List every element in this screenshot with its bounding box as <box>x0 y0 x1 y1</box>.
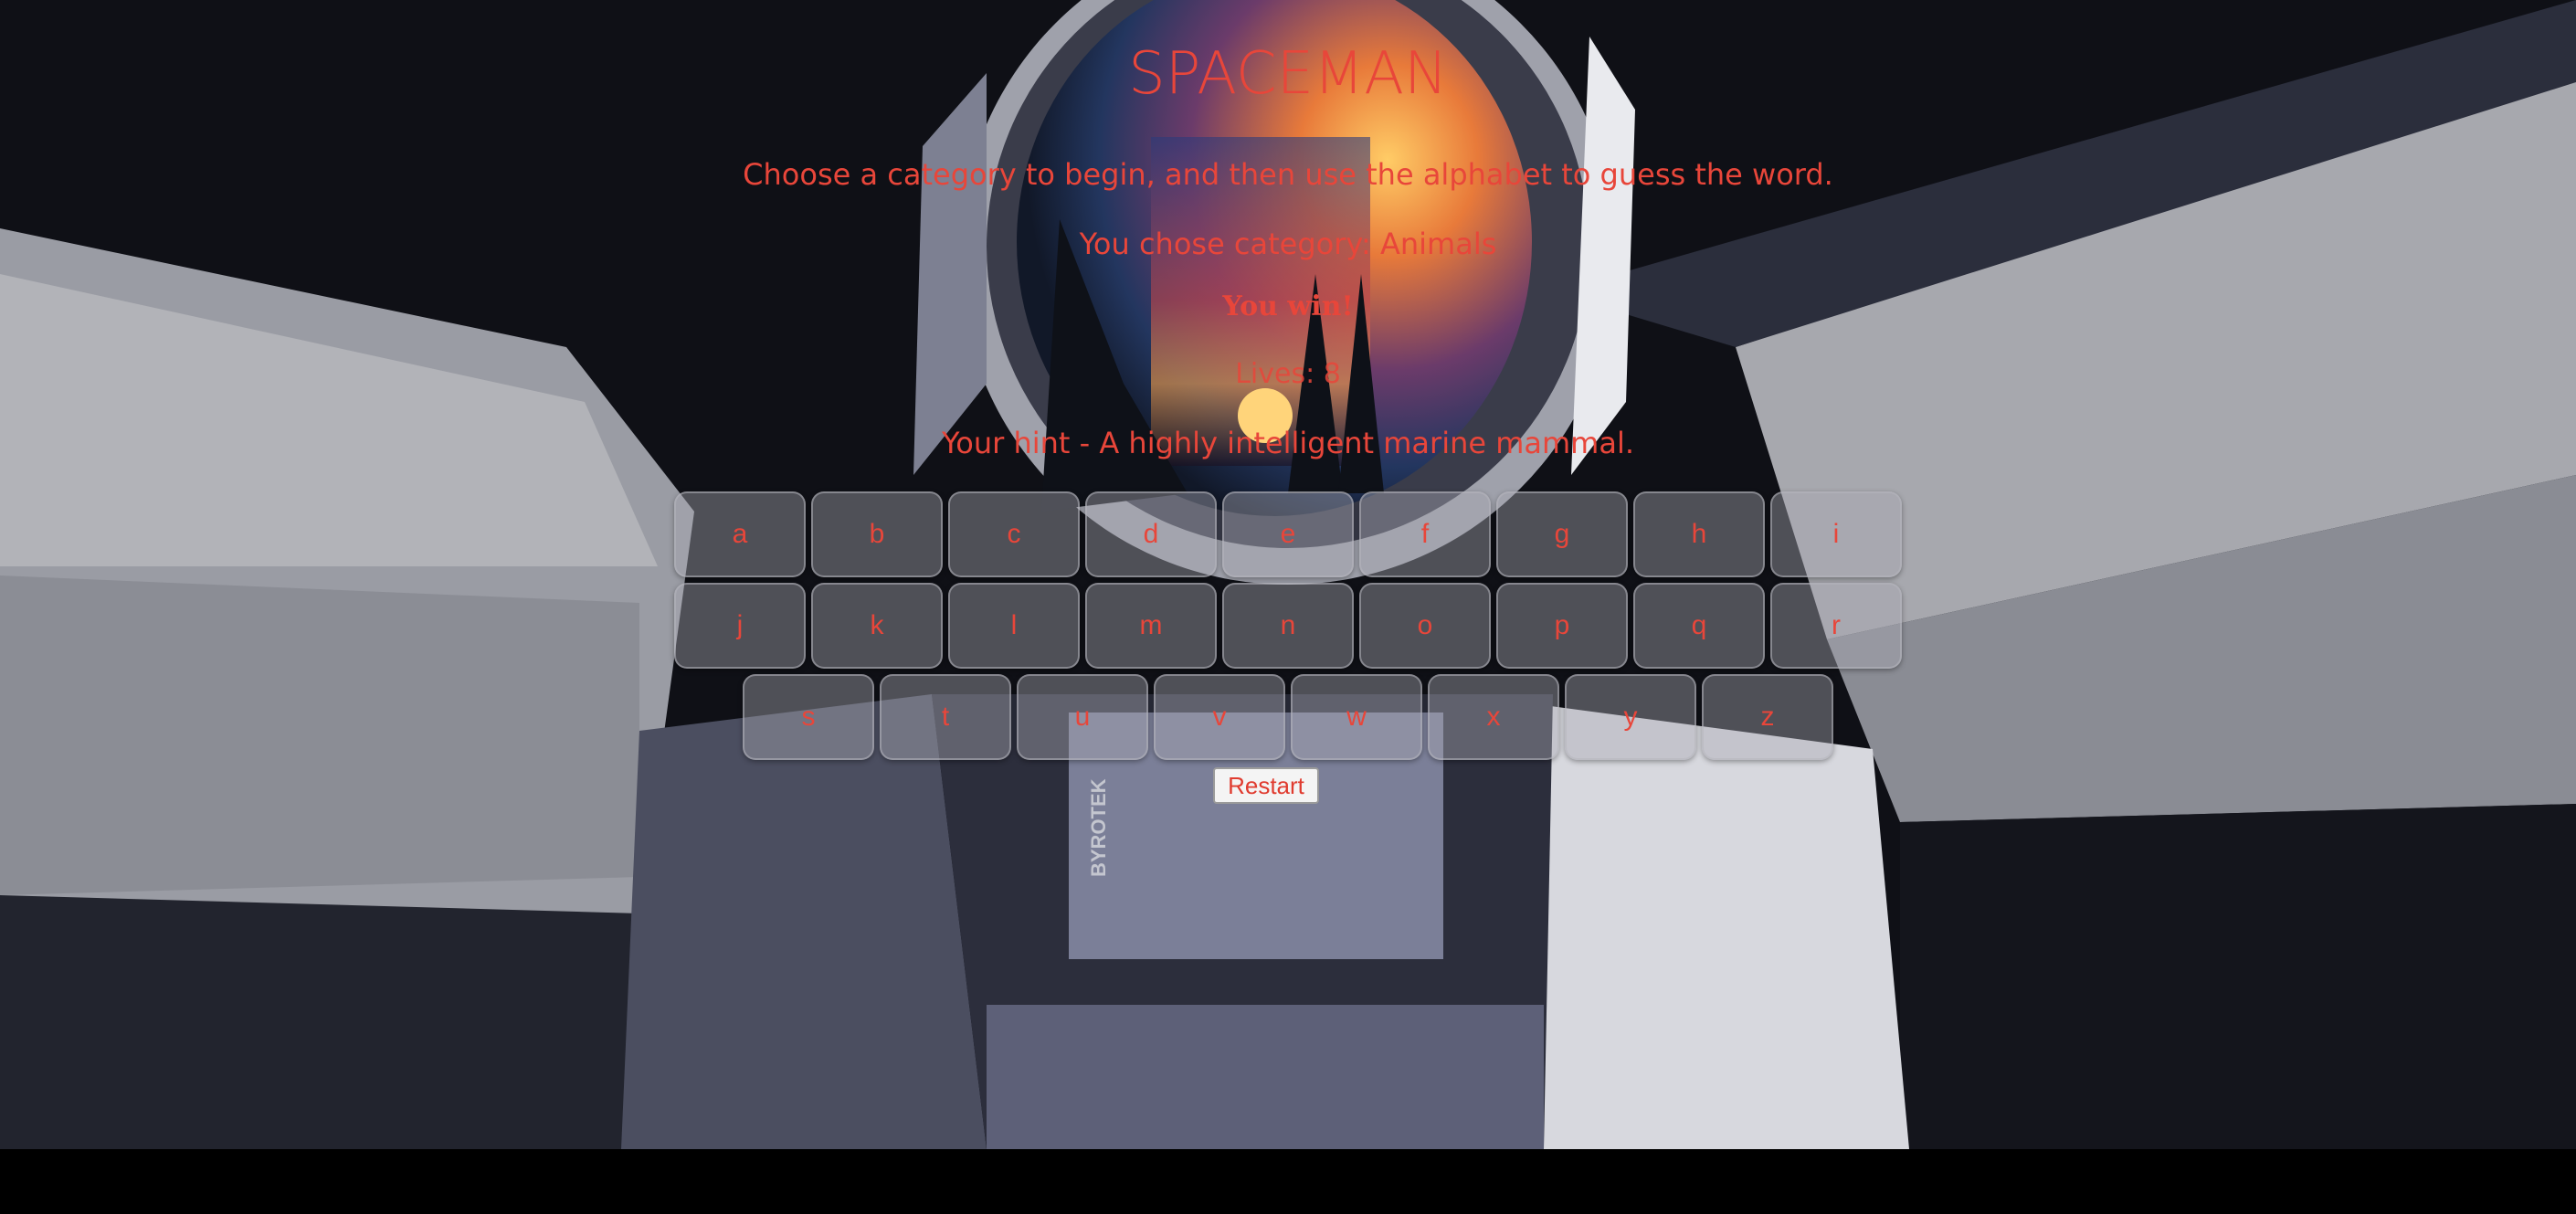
letter-key-k[interactable]: k <box>811 583 943 669</box>
chosen-category-text: You chose category: Animals <box>1079 227 1497 261</box>
bottom-black-bar <box>0 1149 2576 1214</box>
letter-key-p[interactable]: p <box>1496 583 1628 669</box>
letter-key-v[interactable]: v <box>1154 674 1285 760</box>
result-message: You win! <box>1222 290 1354 322</box>
instructions-text: Choose a category to begin, and then use… <box>743 157 1833 192</box>
letter-key-c[interactable]: c <box>948 491 1080 577</box>
letter-key-t[interactable]: t <box>880 674 1011 760</box>
letter-key-e[interactable]: e <box>1222 491 1354 577</box>
letter-key-s[interactable]: s <box>743 674 874 760</box>
letter-key-d[interactable]: d <box>1085 491 1217 577</box>
lives-counter: Lives: 8 <box>1235 358 1341 390</box>
letter-key-n[interactable]: n <box>1222 583 1354 669</box>
keyboard-row-1: a b c d e f g h i <box>0 491 2576 579</box>
letter-key-f[interactable]: f <box>1359 491 1491 577</box>
letter-key-a[interactable]: a <box>674 491 806 577</box>
keyboard-row-2: j k l m n o p q r <box>0 583 2576 670</box>
letter-key-m[interactable]: m <box>1085 583 1217 669</box>
letter-key-z[interactable]: z <box>1702 674 1833 760</box>
letter-key-g[interactable]: g <box>1496 491 1628 577</box>
letter-key-r[interactable]: r <box>1770 583 1902 669</box>
helmet-badge-text: BYROTEK <box>1087 778 1110 877</box>
game-title: SPACEMAN <box>1128 40 1448 108</box>
letter-key-i[interactable]: i <box>1770 491 1902 577</box>
letter-key-y[interactable]: y <box>1565 674 1696 760</box>
letter-key-h[interactable]: h <box>1633 491 1765 577</box>
letter-key-j[interactable]: j <box>674 583 806 669</box>
letter-key-q[interactable]: q <box>1633 583 1765 669</box>
hint-text: Your hint - A highly intelligent marine … <box>941 426 1635 460</box>
keyboard-row-3: s t u v w x y z <box>0 674 2576 762</box>
letter-key-u[interactable]: u <box>1017 674 1148 760</box>
letter-key-w[interactable]: w <box>1291 674 1422 760</box>
letter-key-b[interactable]: b <box>811 491 943 577</box>
letter-key-o[interactable]: o <box>1359 583 1491 669</box>
restart-button[interactable]: Restart <box>1213 767 1319 804</box>
letter-key-x[interactable]: x <box>1428 674 1559 760</box>
letter-key-l[interactable]: l <box>948 583 1080 669</box>
